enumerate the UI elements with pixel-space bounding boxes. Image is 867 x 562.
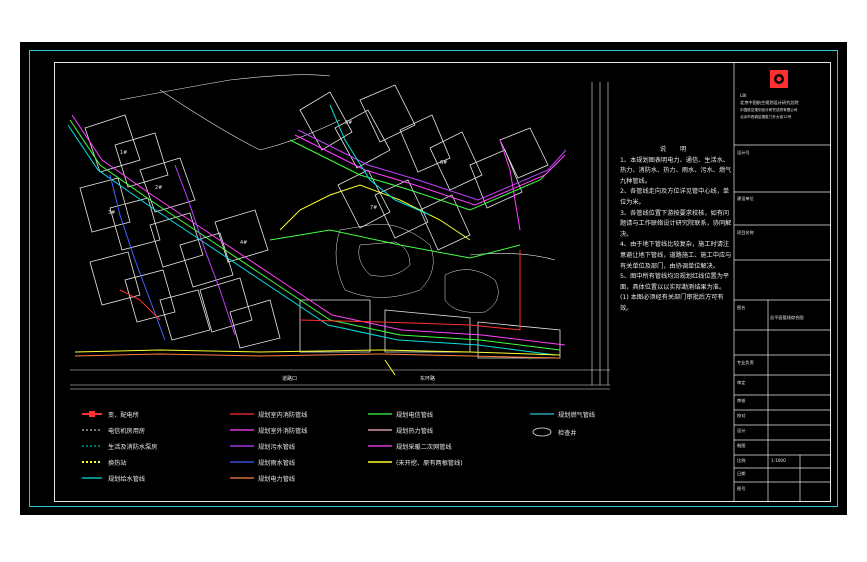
note-item: 5、图中所有管线均沿规划红线位置为平面，具体位置以以实际勘测结果为准。 xyxy=(620,273,730,291)
note-item: (1) 本图必须经有关部门审批后方可有效。 xyxy=(620,294,724,312)
building-label: 3# xyxy=(108,210,116,216)
legend-label: 规划污水管线 xyxy=(258,444,296,451)
tb-row: 图号 xyxy=(737,486,746,491)
pipelines xyxy=(67,104,567,376)
drawing-title: 总平面管线综合图 xyxy=(770,315,804,320)
note-item: 2、各管线走向及方位详见管中心线，单位为米。 xyxy=(620,188,730,206)
tb-row: 建设单位 xyxy=(737,196,754,201)
notes-title: 说 明 xyxy=(659,146,693,153)
design-notes: 说 明 1、本规划图表明电力、通信、生活水、热力、消防水、热力、雨水、污水、燃气… xyxy=(620,145,732,315)
building-label: 6# xyxy=(440,160,448,166)
legend-label: 规划室外消防管线 xyxy=(258,428,308,435)
note-item: 4、由于地下管线比较复杂，施工时请注意避让地下管线，道路施工、施工中应与有关单位… xyxy=(620,241,732,270)
legend-label: 换热站 xyxy=(108,460,127,467)
building-label: 7# xyxy=(370,205,378,211)
buildings xyxy=(79,84,561,359)
tb-row: 校对 xyxy=(737,413,746,418)
scale-value: 1:1000 xyxy=(771,458,786,463)
tb-row: 设计 xyxy=(737,428,746,433)
tb-row: 专业负责 xyxy=(737,360,754,365)
road-label: 道路口 xyxy=(282,376,298,382)
park-area xyxy=(335,224,499,313)
building-label: 2# xyxy=(155,185,163,191)
tb-row: 项目名称 xyxy=(737,230,754,235)
tb-row: 中国航空规划设计研究总院有限公司 xyxy=(740,108,798,112)
legend-label: 规划雨水管线 xyxy=(258,460,296,467)
logo-text: LBI xyxy=(740,93,747,98)
tb-row: 图名 xyxy=(737,305,746,310)
legend-label: 规划热力管线 xyxy=(396,428,434,435)
road-label: 东环路 xyxy=(420,376,436,382)
building-label: 1# xyxy=(120,150,128,156)
legend-label: 规划采暖二次网管线 xyxy=(396,444,452,451)
tb-row: 设计号 xyxy=(737,150,750,155)
legend-label: 规划室内消防管线 xyxy=(258,412,308,419)
tb-row: 比例 xyxy=(737,458,746,463)
legend-label: 规划给水管线 xyxy=(108,476,146,483)
legend-label: 变、配电所 xyxy=(108,412,139,419)
legend-label: 规划电力管线 xyxy=(258,476,296,483)
legend-label: 电信机房用房 xyxy=(108,428,146,435)
note-item: 3、各管线位置下游按要求校核，如有问题请与工作联络设计研究院联系，协同解决。 xyxy=(620,209,732,238)
legend-label: 检查井 xyxy=(558,430,577,437)
title-block-grid xyxy=(733,62,831,502)
tb-row: 审核 xyxy=(737,398,746,403)
tb-row: 日期 xyxy=(737,471,746,476)
building-label: 5# xyxy=(345,120,353,126)
building-label: 4# xyxy=(240,240,248,246)
legend-label: 生活及消防水泵房 xyxy=(108,444,158,451)
legend-label: 规划燃气管线 xyxy=(558,412,596,419)
tb-row: 审定 xyxy=(737,380,746,385)
tb-row: 北京市西城区德胜门外大街12号 xyxy=(740,115,792,119)
tb-row: 制图 xyxy=(737,443,746,448)
note-item: 1、本规划图表明电力、通信、生活水、热力、消防水、热力、雨水、污水、燃气九种管线… xyxy=(620,156,732,185)
company-logo xyxy=(770,70,788,88)
legend-label: 规划电信管线 xyxy=(396,412,434,419)
company-name: 北京中国航空规划设计研究总院 xyxy=(740,100,799,105)
legend-label: (未开挖、原有两根管线) xyxy=(396,460,463,467)
